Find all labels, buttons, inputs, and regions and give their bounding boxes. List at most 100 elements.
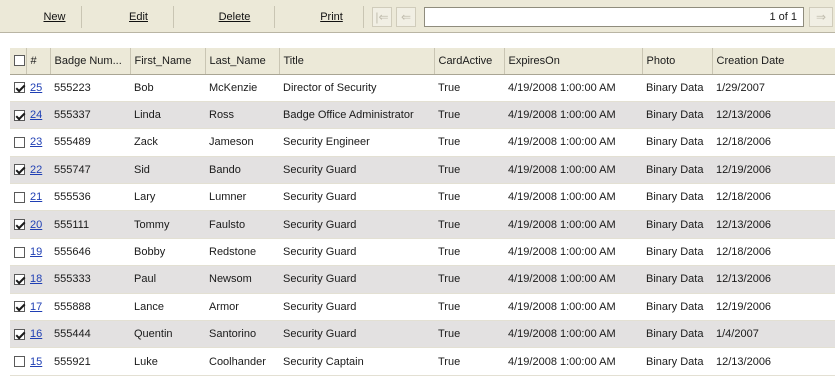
table-row[interactable]: 22 555747 Sid Bando Security Guard True … xyxy=(10,156,835,185)
card-active-cell: True xyxy=(434,128,504,157)
card-active-cell: True xyxy=(434,101,504,130)
delete-button[interactable]: Delete xyxy=(195,6,275,28)
title-cell: Badge Office Administrator xyxy=(279,101,434,130)
photo-cell: Binary Data xyxy=(642,101,712,130)
row-select-cell[interactable] xyxy=(10,128,26,157)
column-header-last-name[interactable]: Last_Name xyxy=(205,48,280,75)
id-cell: 17 xyxy=(26,293,50,322)
photo-cell: Binary Data xyxy=(642,347,712,376)
row-select-cell[interactable] xyxy=(10,238,26,267)
row-checkbox[interactable] xyxy=(14,109,25,121)
record-id-link[interactable]: 17 xyxy=(30,301,42,313)
card-active-cell: True xyxy=(434,156,504,185)
last-name-cell: Bando xyxy=(205,156,279,185)
column-header-photo[interactable]: Photo xyxy=(642,48,713,75)
column-header-id[interactable]: # xyxy=(26,48,51,75)
badge-number-cell: 555921 xyxy=(50,347,130,376)
row-checkbox[interactable] xyxy=(14,82,25,94)
record-id-link[interactable]: 20 xyxy=(30,219,42,231)
table-row[interactable]: 15 555921 Luke Coolhander Security Capta… xyxy=(10,347,835,376)
badge-number-cell: 555333 xyxy=(50,265,130,294)
table-row[interactable]: 19 555646 Bobby Redstone Security Guard … xyxy=(10,238,835,267)
first-name-cell: Quentin xyxy=(130,320,205,349)
last-name-cell: Newsom xyxy=(205,265,279,294)
row-checkbox[interactable] xyxy=(14,246,25,258)
row-checkbox[interactable] xyxy=(14,137,25,149)
card-active-cell: True xyxy=(434,238,504,267)
id-cell: 25 xyxy=(26,74,50,102)
row-select-cell[interactable] xyxy=(10,265,26,294)
prev-page-icon[interactable]: ⇐ xyxy=(396,7,416,27)
toolbar: New Edit Delete Print |⇐ ⇐ 1 of 1 ⇒ xyxy=(0,0,835,33)
column-header-card-active[interactable]: CardActive xyxy=(434,48,505,75)
title-cell: Security Guard xyxy=(279,238,434,267)
record-id-link[interactable]: 21 xyxy=(30,191,42,203)
record-id-link[interactable]: 23 xyxy=(30,136,42,148)
first-name-cell: Lance xyxy=(130,293,205,322)
row-checkbox[interactable] xyxy=(14,164,25,176)
record-id-link[interactable]: 24 xyxy=(30,109,42,121)
table-row[interactable]: 17 555888 Lance Armor Security Guard Tru… xyxy=(10,293,835,322)
row-select-cell[interactable] xyxy=(10,347,26,376)
print-button[interactable]: Print xyxy=(300,6,364,28)
id-cell: 24 xyxy=(26,101,50,130)
table-row[interactable]: 25 555223 Bob McKenzie Director of Secur… xyxy=(10,74,835,102)
record-id-link[interactable]: 15 xyxy=(30,356,42,368)
edit-button[interactable]: Edit xyxy=(104,6,174,28)
column-header-expires-on[interactable]: ExpiresOn xyxy=(504,48,643,75)
table-row[interactable]: 16 555444 Quentin Santorino Security Gua… xyxy=(10,320,835,349)
header-row: # Badge Num... First_Name Last_Name Titl… xyxy=(10,48,835,75)
record-id-link[interactable]: 25 xyxy=(30,82,42,94)
first-name-cell: Paul xyxy=(130,265,205,294)
column-header-badge-number[interactable]: Badge Num... xyxy=(50,48,131,75)
column-header-title[interactable]: Title xyxy=(279,48,435,75)
creation-date-cell: 12/18/2006 xyxy=(712,183,835,212)
row-checkbox[interactable] xyxy=(14,301,25,313)
row-checkbox[interactable] xyxy=(14,356,25,368)
id-cell: 15 xyxy=(26,347,50,376)
table-row[interactable]: 24 555337 Linda Ross Badge Office Admini… xyxy=(10,101,835,130)
row-select-cell[interactable] xyxy=(10,210,26,239)
new-button[interactable]: New xyxy=(28,6,82,28)
expires-on-cell: 4/19/2008 1:00:00 AM xyxy=(504,265,642,294)
select-all-header[interactable] xyxy=(10,48,27,75)
row-checkbox[interactable] xyxy=(14,274,25,286)
expires-on-cell: 4/19/2008 1:00:00 AM xyxy=(504,293,642,322)
first-name-cell: Sid xyxy=(130,156,205,185)
row-select-cell[interactable] xyxy=(10,293,26,322)
table-row[interactable]: 18 555333 Paul Newsom Security Guard Tru… xyxy=(10,265,835,294)
creation-date-cell: 12/13/2006 xyxy=(712,101,835,130)
first-name-cell: Bobby xyxy=(130,238,205,267)
expires-on-cell: 4/19/2008 1:00:00 AM xyxy=(504,101,642,130)
photo-cell: Binary Data xyxy=(642,74,712,102)
row-select-cell[interactable] xyxy=(10,101,26,130)
record-id-link[interactable]: 16 xyxy=(30,328,42,340)
table-row[interactable]: 20 555111 Tommy Faulsto Security Guard T… xyxy=(10,210,835,239)
table-row[interactable]: 21 555536 Lary Lumner Security Guard Tru… xyxy=(10,183,835,212)
row-checkbox[interactable] xyxy=(14,191,25,203)
row-select-cell[interactable] xyxy=(10,156,26,185)
title-cell: Security Guard xyxy=(279,156,434,185)
expires-on-cell: 4/19/2008 1:00:00 AM xyxy=(504,156,642,185)
title-cell: Security Guard xyxy=(279,293,434,322)
column-header-first-name[interactable]: First_Name xyxy=(130,48,206,75)
row-select-cell[interactable] xyxy=(10,320,26,349)
expires-on-cell: 4/19/2008 1:00:00 AM xyxy=(504,320,642,349)
row-select-cell[interactable] xyxy=(10,183,26,212)
column-header-creation-date[interactable]: Creation Date xyxy=(712,48,835,75)
select-all-checkbox[interactable] xyxy=(14,55,25,67)
row-checkbox[interactable] xyxy=(14,328,25,340)
photo-cell: Binary Data xyxy=(642,183,712,212)
first-page-icon[interactable]: |⇐ xyxy=(372,7,392,27)
record-id-link[interactable]: 22 xyxy=(30,164,42,176)
row-select-cell[interactable] xyxy=(10,74,26,102)
next-page-icon[interactable]: ⇒ xyxy=(809,7,833,27)
record-id-link[interactable]: 18 xyxy=(30,273,42,285)
creation-date-cell: 12/18/2006 xyxy=(712,238,835,267)
card-active-cell: True xyxy=(434,293,504,322)
table-row[interactable]: 23 555489 Zack Jameson Security Engineer… xyxy=(10,128,835,157)
first-name-cell: Linda xyxy=(130,101,205,130)
record-id-link[interactable]: 19 xyxy=(30,246,42,258)
row-checkbox[interactable] xyxy=(14,219,25,231)
page-indicator-field[interactable]: 1 of 1 xyxy=(424,7,804,27)
